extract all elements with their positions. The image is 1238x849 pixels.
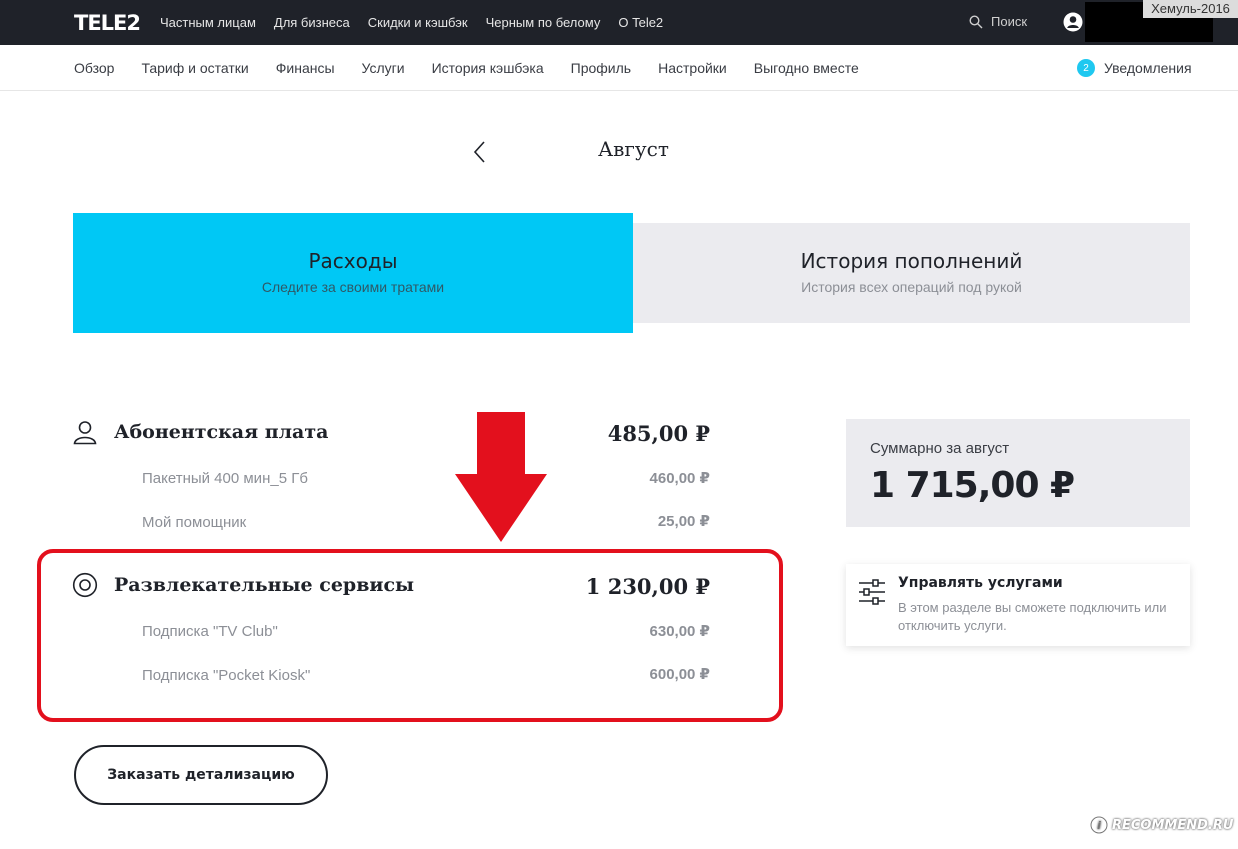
site-watermark-text: RECOMMEND.RU bbox=[1112, 817, 1234, 833]
site-watermark: i RECOMMEND.RU bbox=[1090, 816, 1233, 834]
order-details-button[interactable]: Заказать детализацию bbox=[74, 745, 328, 805]
red-highlight-frame bbox=[37, 549, 783, 722]
top-nav-private[interactable]: Частным лицам bbox=[160, 15, 256, 30]
subscription-fee-total: 485,00 ₽ bbox=[607, 421, 710, 446]
tab-expenses-title: Расходы bbox=[308, 249, 398, 273]
top-bar: TELE2 Частным лицам Для бизнеса Скидки и… bbox=[0, 0, 1238, 45]
notifications-link[interactable]: 2 Уведомления bbox=[1077, 59, 1192, 77]
manage-services-title: Управлять услугами bbox=[898, 575, 1063, 591]
user-account-icon[interactable] bbox=[1063, 12, 1083, 32]
tab-topup-history-subtitle: История всех операций под рукой bbox=[801, 279, 1022, 295]
person-icon bbox=[73, 421, 97, 445]
tab-topup-history[interactable]: История пополнений История всех операций… bbox=[633, 223, 1190, 323]
account-nav-overview[interactable]: Обзор bbox=[74, 60, 114, 76]
red-arrow-down-icon bbox=[455, 412, 547, 542]
monthly-total-value: 1 715,00 ₽ bbox=[870, 465, 1075, 506]
charge-item-label: Мой помощник bbox=[142, 514, 247, 531]
search-icon bbox=[969, 14, 983, 28]
top-nav: Частным лицам Для бизнеса Скидки и кэшбэ… bbox=[160, 0, 663, 45]
subscription-fee-title: Абонентская плата bbox=[114, 421, 329, 443]
account-nav-services[interactable]: Услуги bbox=[362, 60, 405, 76]
search-button[interactable]: Поиск bbox=[969, 14, 1027, 29]
monthly-total-label: Суммарно за август bbox=[870, 440, 1010, 457]
charge-item-value: 460,00 ₽ bbox=[649, 470, 710, 487]
account-nav-finance[interactable]: Финансы bbox=[276, 60, 335, 76]
notifications-badge: 2 bbox=[1077, 59, 1095, 77]
top-nav-black-on-white[interactable]: Черным по белому bbox=[486, 15, 601, 30]
tab-expenses-subtitle: Следите за своими тратами bbox=[261, 279, 445, 295]
month-title: Август bbox=[598, 137, 669, 161]
tele2-logo[interactable]: TELE2 bbox=[74, 11, 141, 35]
svg-text:i: i bbox=[1097, 819, 1101, 832]
chevron-left-icon[interactable] bbox=[472, 140, 488, 164]
account-nav-together[interactable]: Выгодно вместе bbox=[754, 60, 859, 76]
tab-topup-history-title: История пополнений bbox=[800, 249, 1023, 273]
manage-services-description: В этом разделе вы сможете подключить или… bbox=[898, 600, 1167, 633]
account-nav-profile[interactable]: Профиль bbox=[571, 60, 631, 76]
manage-services-card[interactable]: Управлять услугами В этом разделе вы смо… bbox=[846, 564, 1190, 646]
top-nav-discounts[interactable]: Скидки и кэшбэк bbox=[368, 15, 468, 30]
tab-expenses[interactable]: Расходы Следите за своими тратами bbox=[73, 213, 633, 333]
account-nav-settings[interactable]: Настройки bbox=[658, 60, 727, 76]
account-nav-cashback-history[interactable]: История кэшбэка bbox=[432, 60, 544, 76]
sliders-icon bbox=[859, 579, 885, 605]
charge-item-value: 25,00 ₽ bbox=[657, 513, 710, 530]
account-nav: Обзор Тариф и остатки Финансы Услуги Ист… bbox=[0, 45, 1238, 91]
recommend-logo-icon: i bbox=[1090, 816, 1108, 834]
notifications-label: Уведомления bbox=[1104, 60, 1192, 76]
search-label: Поиск bbox=[991, 14, 1028, 29]
top-nav-business[interactable]: Для бизнеса bbox=[274, 15, 350, 30]
charge-item-label: Пакетный 400 мин_5 Гб bbox=[142, 470, 308, 487]
author-watermark: Хемуль-2016 bbox=[1143, 0, 1238, 18]
monthly-total-card: Суммарно за август 1 715,00 ₽ bbox=[846, 419, 1190, 527]
top-nav-about[interactable]: О Tele2 bbox=[618, 15, 663, 30]
account-nav-tariff[interactable]: Тариф и остатки bbox=[141, 60, 248, 76]
